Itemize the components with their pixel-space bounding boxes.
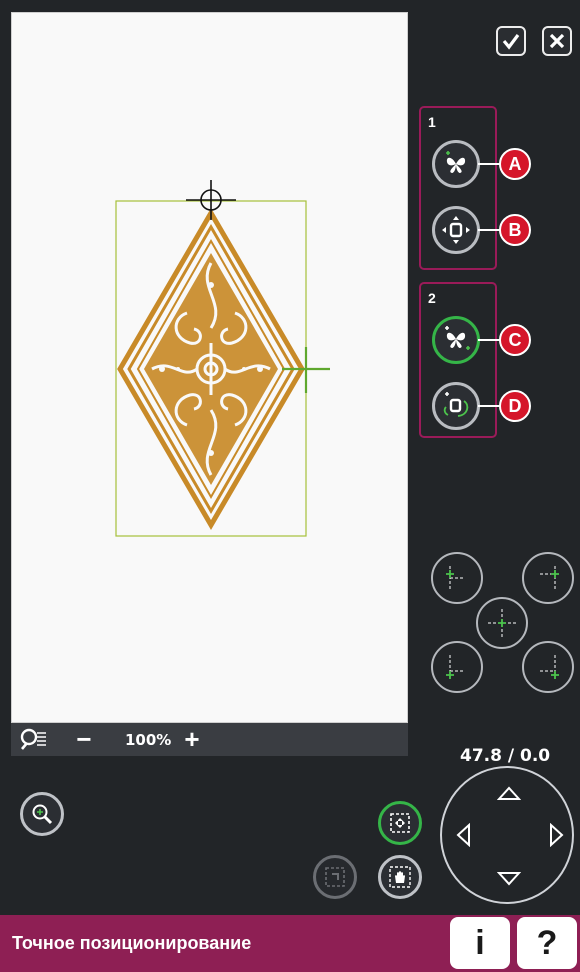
zoom-in-button[interactable]: +	[179, 725, 205, 753]
reset-frame-button[interactable]	[313, 855, 357, 899]
help-icon: ?	[536, 923, 558, 962]
hand-icon	[389, 866, 411, 888]
top-left-corner-icon	[446, 566, 465, 590]
move-up-button[interactable]	[492, 776, 526, 810]
title-bar: Точное позиционирование i ?	[0, 915, 580, 972]
arrow-up-icon	[497, 786, 521, 800]
top-right-position-button[interactable]	[522, 552, 574, 604]
design-preview	[115, 180, 330, 537]
embroidery-canvas[interactable]	[11, 12, 408, 723]
magnifier-icon	[32, 804, 53, 825]
close-button[interactable]	[542, 26, 572, 56]
callout-line-b	[478, 229, 500, 231]
match-point-2-button[interactable]	[432, 316, 480, 364]
reset-frame-icon	[325, 867, 345, 887]
move-right-button[interactable]	[540, 818, 574, 852]
group-1-number: 1	[428, 114, 436, 130]
zoom-level: 100%	[125, 731, 172, 749]
top-left-position-button[interactable]	[431, 552, 483, 604]
match-point-1-button[interactable]	[432, 140, 480, 188]
move-frame-icon	[442, 216, 470, 244]
rotate-point-2-button[interactable]	[432, 382, 480, 430]
confirm-button[interactable]	[496, 26, 526, 56]
crosshair-icon	[186, 180, 236, 220]
butterfly-icon	[446, 151, 466, 173]
callout-d: D	[499, 390, 531, 422]
top-right-corner-icon	[540, 566, 559, 590]
center-on-needle-button[interactable]	[378, 801, 422, 845]
move-down-button[interactable]	[492, 862, 526, 896]
center-position-button[interactable]	[476, 597, 528, 649]
callout-b: B	[499, 214, 531, 246]
bottom-left-corner-icon	[446, 655, 465, 679]
check-icon	[502, 34, 520, 50]
center-position-icon	[488, 609, 516, 637]
callout-line-c	[478, 339, 500, 341]
arrow-right-icon	[550, 823, 564, 847]
bottom-left-position-button[interactable]	[431, 641, 483, 693]
rotate-frame-icon	[443, 392, 469, 417]
info-icon: i	[475, 923, 485, 962]
bottom-right-corner-icon	[540, 655, 559, 679]
pan-frame-button[interactable]	[378, 855, 422, 899]
move-point-1-button[interactable]	[432, 206, 480, 254]
group-2-number: 2	[428, 290, 436, 306]
callout-line-d	[478, 405, 500, 407]
bottom-right-position-button[interactable]	[522, 641, 574, 693]
help-button[interactable]: ?	[517, 917, 577, 969]
page-title: Точное позиционирование	[12, 933, 252, 953]
close-icon	[549, 33, 565, 49]
zoom-to-button[interactable]	[20, 792, 64, 836]
frame-target-icon	[390, 813, 410, 833]
move-left-button[interactable]	[446, 818, 480, 852]
callout-c: C	[499, 324, 531, 356]
callout-a: A	[499, 148, 531, 180]
arrow-left-icon	[456, 823, 470, 847]
zoom-bar: − 100% +	[11, 723, 408, 756]
zoom-out-button[interactable]: −	[71, 725, 97, 753]
arrow-down-icon	[497, 872, 521, 886]
butterfly-icon	[445, 326, 470, 350]
position-coordinates: 47.8 / 0.0	[460, 746, 551, 766]
callout-line-a	[478, 163, 500, 165]
info-button[interactable]: i	[450, 917, 510, 969]
zoom-options-icon[interactable]	[19, 727, 47, 753]
